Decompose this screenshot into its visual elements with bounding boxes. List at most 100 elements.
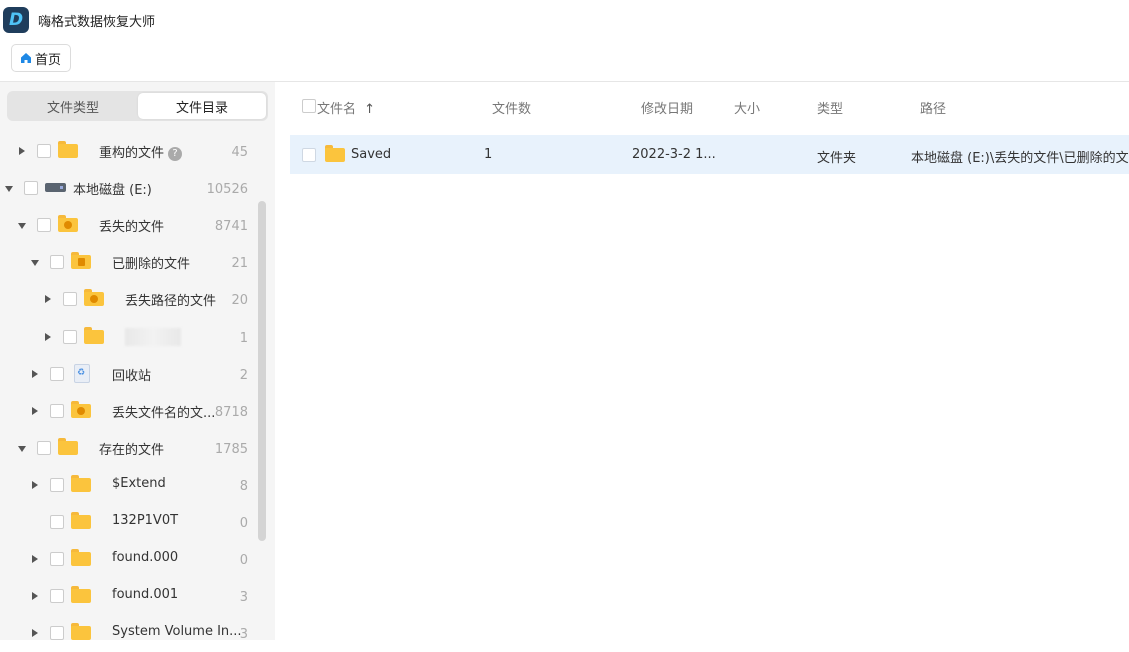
tree-item[interactable]: 132P1V0T 0 xyxy=(0,504,258,541)
drive-icon xyxy=(45,183,66,192)
tree-item[interactable]: 存在的文件 1785 xyxy=(0,430,258,467)
tree-item-count: 45 xyxy=(231,145,248,160)
tree-item-label: System Volume In... xyxy=(112,624,242,639)
app-logo-icon: D xyxy=(3,7,29,33)
tree-item-text: 已删除的文件 xyxy=(112,257,191,272)
tree-item-checkbox[interactable] xyxy=(37,144,51,158)
tree-item-text: System Volume In... xyxy=(112,624,242,639)
tree-item-checkbox[interactable] xyxy=(50,552,64,566)
tree-item[interactable]: 已删除的文件 21 xyxy=(0,244,258,281)
folder-icon xyxy=(71,549,91,566)
expand-arrow-icon[interactable] xyxy=(32,555,38,563)
expand-arrow-icon[interactable] xyxy=(45,295,51,303)
tree-item-count: 2 xyxy=(239,368,248,383)
tree-item-checkbox[interactable] xyxy=(37,218,51,232)
expand-arrow-icon[interactable] xyxy=(19,147,25,155)
tree-item-checkbox[interactable] xyxy=(50,515,64,529)
home-button-label: 首页 xyxy=(35,52,62,68)
help-icon[interactable]: ? xyxy=(168,147,183,161)
expand-arrow-icon[interactable] xyxy=(32,407,38,415)
tree-item-text: 本地磁盘 (E:) xyxy=(73,183,152,198)
tree-item-label: found.000 xyxy=(112,550,178,565)
tree-item[interactable]: 丢失文件名的文... 8718 xyxy=(0,393,258,430)
table-header: 文件名 ↑ 文件数 修改日期 大小 类型 路径 xyxy=(290,88,1129,124)
tree-item-count: 0 xyxy=(239,553,248,568)
tree-scrollbar[interactable] xyxy=(258,201,266,541)
tab-file-type[interactable]: 文件类型 xyxy=(9,93,137,119)
row-modified: 2022-3-2 1... xyxy=(632,147,716,162)
lost-folder-icon xyxy=(84,289,104,306)
folder-icon xyxy=(58,141,78,158)
collapse-arrow-icon[interactable] xyxy=(18,223,26,229)
tree-item[interactable]: $Extend 8 xyxy=(0,467,258,504)
column-header-type[interactable]: 类型 xyxy=(817,98,843,117)
row-path: 本地磁盘 (E:)\丢失的文件\已删除的文件\ xyxy=(911,151,1129,166)
tree-item-text: 132P1V0T xyxy=(112,513,179,528)
tree-item-text: $Extend xyxy=(112,476,166,491)
row-checkbox[interactable] xyxy=(302,148,316,162)
tree-item[interactable]: 1 xyxy=(0,319,258,356)
tree-item-checkbox[interactable] xyxy=(50,255,64,269)
tree-item-checkbox[interactable] xyxy=(50,404,64,418)
tree-item[interactable]: 丢失的文件 8741 xyxy=(0,207,258,244)
tree-item-checkbox[interactable] xyxy=(50,626,64,640)
collapse-arrow-icon[interactable] xyxy=(5,186,13,192)
tree-item-label: 丢失路径的文件 xyxy=(125,290,216,309)
tree-item[interactable]: System Volume In... 3 xyxy=(0,615,258,652)
expand-arrow-icon[interactable] xyxy=(45,333,51,341)
tree-item-checkbox[interactable] xyxy=(50,478,64,492)
column-header-size[interactable]: 大小 xyxy=(734,98,760,117)
tree-item-checkbox[interactable] xyxy=(63,330,77,344)
row-type: 文件夹 xyxy=(817,151,857,166)
tree-item-checkbox[interactable] xyxy=(37,441,51,455)
tree-item-label: 已删除的文件 xyxy=(112,253,190,272)
tree-item-label: 本地磁盘 (E:) xyxy=(73,179,152,198)
tree-item-count: 1785 xyxy=(214,442,248,457)
collapse-arrow-icon[interactable] xyxy=(18,446,26,452)
select-all-checkbox[interactable] xyxy=(302,99,316,113)
tree-item-count: 8741 xyxy=(214,219,248,234)
column-header-count[interactable]: 文件数 xyxy=(492,98,531,117)
tree-item-text: found.000 xyxy=(112,550,179,565)
table-row[interactable]: Saved 1 2022-3-2 1... 文件夹 本地磁盘 (E:)\丢失的文… xyxy=(290,135,1129,174)
column-header-path[interactable]: 路径 xyxy=(920,98,946,117)
home-icon xyxy=(21,53,31,63)
tree-item-text: 存在的文件 xyxy=(99,443,165,458)
tree-item-count: 20 xyxy=(231,293,248,308)
lost-folder-icon xyxy=(71,401,91,418)
title-bar: D 嗨格式数据恢复大师 xyxy=(0,0,1129,40)
column-header-name[interactable]: 文件名 ↑ xyxy=(317,98,375,117)
tree-item[interactable]: 本地磁盘 (E:) 10526 xyxy=(0,170,258,207)
tree-item-checkbox[interactable] xyxy=(24,181,38,195)
column-header-modified[interactable]: 修改日期 xyxy=(641,98,693,117)
tree-item-checkbox[interactable] xyxy=(50,589,64,603)
tree-item[interactable]: found.000 0 xyxy=(0,541,258,578)
tree-item[interactable]: 重构的文件? 45 xyxy=(0,133,258,170)
tree-item-count: 21 xyxy=(231,256,248,271)
lost-folder-icon xyxy=(58,215,78,232)
deleted-folder-icon xyxy=(71,252,91,269)
tree-item-text: 丢失文件名的文... xyxy=(112,406,216,421)
tree-item[interactable]: 丢失路径的文件 20 xyxy=(0,281,258,318)
tree-item-count: 1 xyxy=(239,331,248,346)
tree-item[interactable]: found.001 3 xyxy=(0,578,258,615)
tree-item-checkbox[interactable] xyxy=(63,292,77,306)
tree-item-count: 8718 xyxy=(214,405,248,420)
row-count: 1 xyxy=(484,147,493,162)
tree-item-label: found.001 xyxy=(112,587,178,602)
tree-item-text: 回收站 xyxy=(112,369,152,384)
expand-arrow-icon[interactable] xyxy=(32,629,38,637)
tree-item-label: 丢失文件名的文... xyxy=(112,402,215,421)
tree-item-checkbox[interactable] xyxy=(50,367,64,381)
app-title: 嗨格式数据恢复大师 xyxy=(38,15,156,30)
expand-arrow-icon[interactable] xyxy=(32,481,38,489)
home-button[interactable]: 首页 xyxy=(11,44,72,72)
tree-item[interactable]: ♻ 回收站 2 xyxy=(0,356,258,393)
sidebar: 文件类型 文件目录 重构的文件? 45 本地磁盘 (E:) 10526 丢失的文件 874… xyxy=(0,82,275,642)
collapse-arrow-icon[interactable] xyxy=(31,260,39,266)
tree-item-label: 存在的文件 xyxy=(99,439,164,458)
tab-file-directory[interactable]: 文件目录 xyxy=(138,93,266,119)
expand-arrow-icon[interactable] xyxy=(32,370,38,378)
row-name: Saved xyxy=(351,147,392,162)
expand-arrow-icon[interactable] xyxy=(32,592,38,600)
